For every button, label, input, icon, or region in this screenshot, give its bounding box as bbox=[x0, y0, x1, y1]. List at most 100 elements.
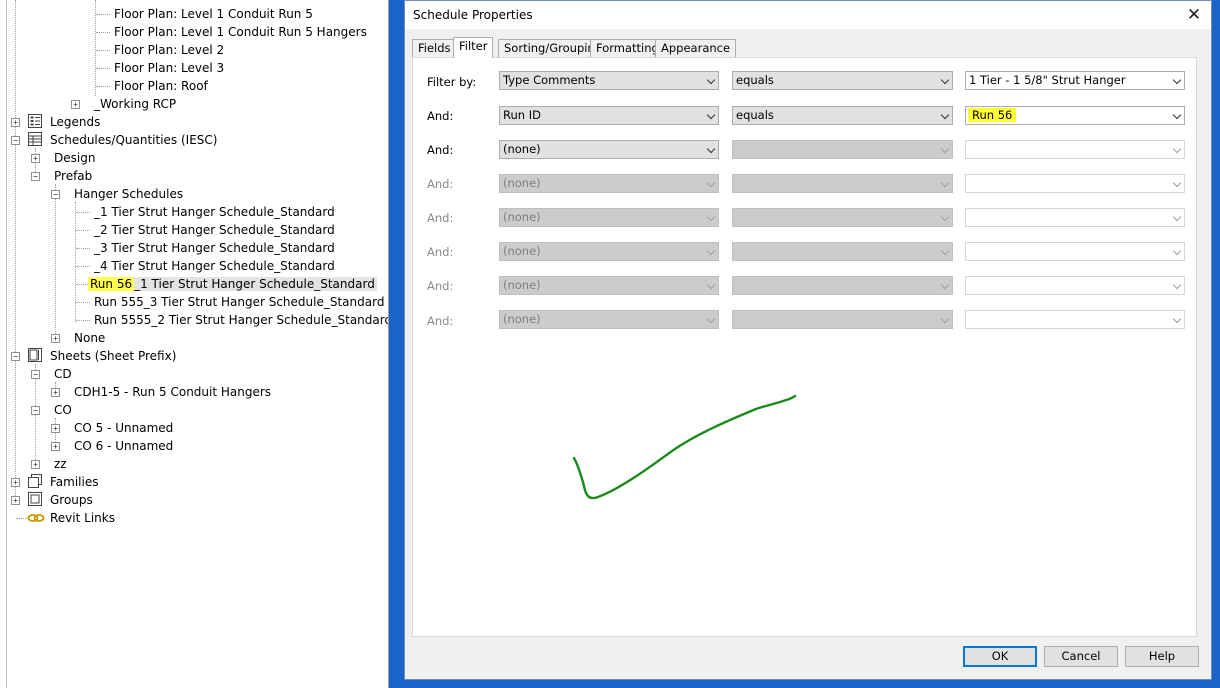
chevron-down-icon bbox=[706, 280, 716, 290]
tab-fields[interactable]: Fields bbox=[412, 39, 457, 57]
filter-operator-select[interactable] bbox=[732, 276, 953, 295]
filter-field-select[interactable]: (none) bbox=[499, 140, 719, 159]
help-button[interactable]: Help bbox=[1125, 646, 1199, 667]
tree-item[interactable]: _3 Tier Strut Hanger Schedule_Standard bbox=[92, 239, 337, 257]
tree-item[interactable]: Floor Plan: Level 3 bbox=[112, 59, 226, 77]
tree-item-families[interactable]: Families bbox=[48, 473, 100, 491]
filter-row-label: Filter by: bbox=[427, 75, 477, 89]
filter-field-select[interactable]: (none) bbox=[499, 208, 719, 227]
tree-item[interactable]: Floor Plan: Level 1 Conduit Run 5 bbox=[112, 5, 315, 23]
tree-item[interactable]: CO 6 - Unnamed bbox=[72, 437, 175, 455]
filter-value-select[interactable]: 1 Tier - 1 5/8" Strut Hanger bbox=[965, 71, 1185, 90]
chevron-down-icon bbox=[940, 178, 950, 188]
chevron-down-icon bbox=[940, 314, 950, 324]
collapse-icon[interactable]: − bbox=[11, 136, 20, 145]
expand-icon[interactable]: + bbox=[51, 334, 60, 343]
cancel-button[interactable]: Cancel bbox=[1044, 646, 1118, 667]
tree-item[interactable]: Floor Plan: Level 1 Conduit Run 5 Hanger… bbox=[112, 23, 369, 41]
expand-icon[interactable]: + bbox=[51, 442, 60, 451]
tree-item[interactable]: Design bbox=[52, 149, 97, 167]
chevron-down-icon bbox=[940, 110, 950, 120]
schedule-icon bbox=[28, 132, 42, 146]
expand-icon[interactable]: + bbox=[31, 460, 40, 469]
filter-row-label: And: bbox=[427, 279, 454, 293]
tab-appearance[interactable]: Appearance bbox=[655, 39, 737, 57]
chevron-down-icon bbox=[940, 246, 950, 256]
chevron-down-icon bbox=[940, 212, 950, 222]
tree-item[interactable]: _2 Tier Strut Hanger Schedule_Standard bbox=[92, 221, 337, 239]
collapse-icon[interactable]: − bbox=[31, 172, 40, 181]
filter-value-select[interactable] bbox=[965, 208, 1185, 227]
chevron-down-icon bbox=[940, 280, 950, 290]
tree-item-legends[interactable]: Legends bbox=[48, 113, 102, 131]
collapse-icon[interactable]: − bbox=[11, 352, 20, 361]
tree-item[interactable]: CDH1-5 - Run 5 Conduit Hangers bbox=[72, 383, 273, 401]
filter-value-select[interactable] bbox=[965, 276, 1185, 295]
collapse-icon[interactable]: − bbox=[31, 370, 40, 379]
expand-icon[interactable]: + bbox=[71, 100, 80, 109]
filter-field-select[interactable]: (none) bbox=[499, 310, 719, 329]
filter-field-select[interactable]: (none) bbox=[499, 174, 719, 193]
filter-row-label: And: bbox=[427, 177, 454, 191]
filter-operator-select[interactable] bbox=[732, 310, 953, 329]
chevron-down-icon bbox=[1172, 314, 1182, 324]
expand-icon[interactable]: + bbox=[51, 424, 60, 433]
families-icon bbox=[28, 474, 42, 488]
tree-item[interactable]: Floor Plan: Roof bbox=[112, 77, 210, 95]
filter-operator-select[interactable]: equals bbox=[732, 106, 953, 125]
filter-operator-select[interactable]: equals bbox=[732, 71, 953, 90]
chevron-down-icon bbox=[706, 178, 716, 188]
browser-left-edge bbox=[6, 0, 7, 688]
tree-item[interactable]: None bbox=[72, 329, 107, 347]
filter-operator-select[interactable] bbox=[732, 208, 953, 227]
filter-operator-select[interactable] bbox=[732, 242, 953, 261]
checkmark-annotation-icon bbox=[572, 394, 797, 500]
tree-item-schedules[interactable]: Schedules/Quantities (IESC) bbox=[48, 131, 219, 149]
highlighted-text: Run 56 bbox=[968, 108, 1017, 122]
tree-item[interactable]: _Working RCP bbox=[92, 95, 178, 113]
filter-panel: Filter by: Type Comments equals 1 Tier -… bbox=[412, 57, 1197, 637]
expand-icon[interactable]: + bbox=[11, 118, 20, 127]
tree-item[interactable]: zz bbox=[52, 455, 69, 473]
filter-operator-select[interactable] bbox=[732, 174, 953, 193]
tree-item[interactable]: Floor Plan: Level 2 bbox=[112, 41, 226, 59]
dialog-title: Schedule Properties bbox=[413, 8, 533, 22]
collapse-icon[interactable]: − bbox=[31, 406, 40, 415]
filter-field-select[interactable]: (none) bbox=[499, 242, 719, 261]
tree-item-selected[interactable]: Run 56 _1 Tier Strut Hanger Schedule_Stan… bbox=[88, 275, 377, 293]
close-icon[interactable]: ✕ bbox=[1183, 4, 1205, 26]
tree-item-groups[interactable]: Groups bbox=[48, 491, 95, 509]
filter-value-select[interactable] bbox=[965, 310, 1185, 329]
filter-operator-select[interactable] bbox=[732, 140, 953, 159]
filter-field-select[interactable]: Type Comments bbox=[499, 71, 719, 90]
tab-formatting[interactable]: Formatting bbox=[590, 39, 665, 57]
tree-item[interactable]: CD bbox=[52, 365, 74, 383]
tree-item[interactable]: _4 Tier Strut Hanger Schedule_Standard bbox=[92, 257, 337, 275]
link-icon bbox=[27, 514, 45, 522]
tree-item[interactable]: Run 555_3 Tier Strut Hanger Schedule_Sta… bbox=[92, 293, 386, 311]
tab-filter[interactable]: Filter bbox=[453, 37, 494, 58]
filter-value-select[interactable] bbox=[965, 140, 1185, 159]
filter-field-select[interactable]: Run ID bbox=[499, 106, 719, 125]
tree-item-revit-links[interactable]: Revit Links bbox=[48, 509, 117, 527]
filter-field-select[interactable]: (none) bbox=[499, 276, 719, 295]
filter-value-select[interactable] bbox=[965, 242, 1185, 261]
expand-icon[interactable]: + bbox=[11, 478, 20, 487]
filter-value-select[interactable] bbox=[965, 174, 1185, 193]
chevron-down-icon bbox=[706, 75, 716, 85]
expand-icon[interactable]: + bbox=[31, 154, 40, 163]
ok-button[interactable]: OK bbox=[963, 646, 1037, 667]
filter-row-label: And: bbox=[427, 245, 454, 259]
tree-item[interactable]: Prefab bbox=[52, 167, 94, 185]
tree-item[interactable]: Run 5555_2 Tier Strut Hanger Schedule_St… bbox=[92, 311, 388, 329]
collapse-icon[interactable]: − bbox=[51, 190, 60, 199]
tree-item[interactable]: _1 Tier Strut Hanger Schedule_Standard bbox=[92, 203, 337, 221]
tree-item-sheets[interactable]: Sheets (Sheet Prefix) bbox=[48, 347, 178, 365]
expand-icon[interactable]: + bbox=[51, 388, 60, 397]
tree-item[interactable]: CO bbox=[52, 401, 74, 419]
tree-item[interactable]: Hanger Schedules bbox=[72, 185, 185, 203]
chevron-down-icon bbox=[706, 314, 716, 324]
filter-value-select[interactable]: Run 56 bbox=[965, 106, 1185, 125]
tree-item[interactable]: CO 5 - Unnamed bbox=[72, 419, 175, 437]
expand-icon[interactable]: + bbox=[11, 496, 20, 505]
